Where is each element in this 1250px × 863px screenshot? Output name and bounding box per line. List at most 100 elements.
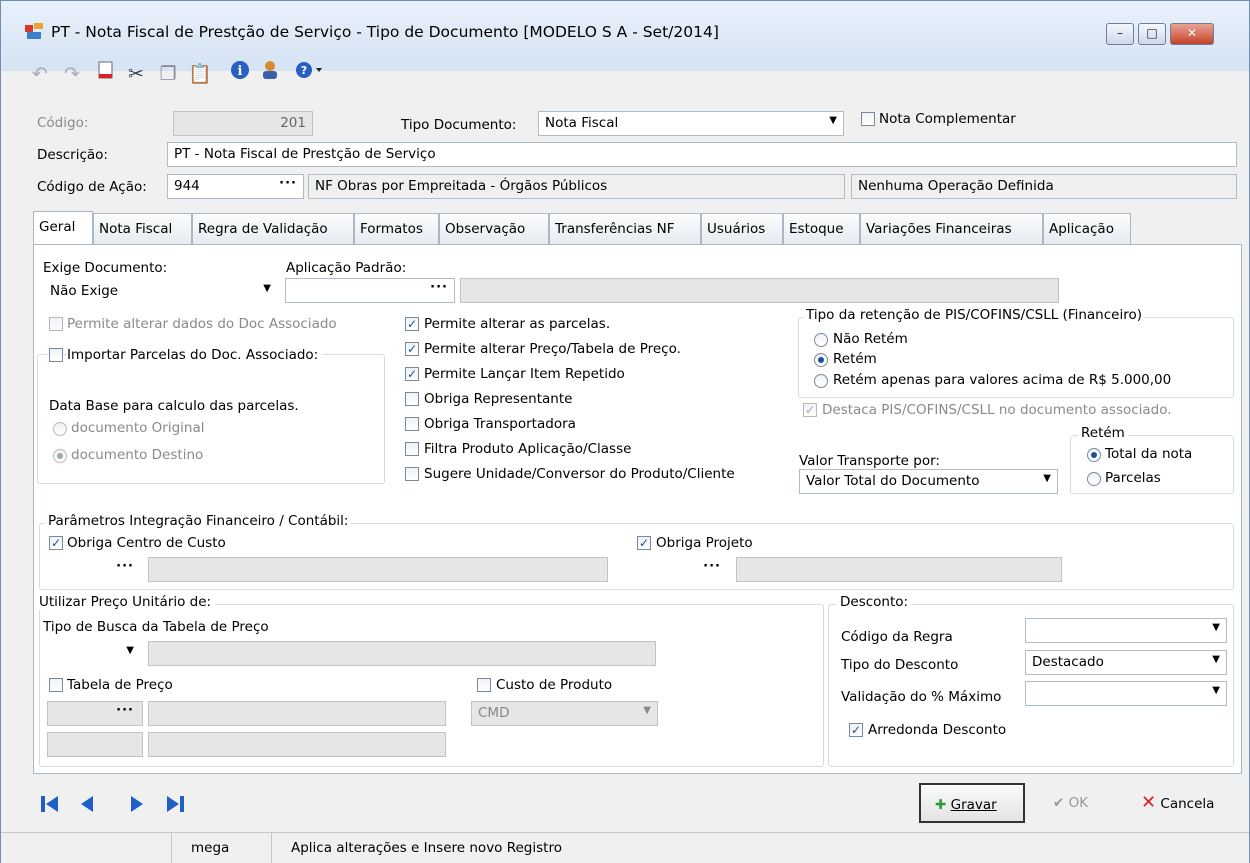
codigo-acao-label: Código de Ação:: [37, 179, 147, 195]
user-icon[interactable]: [255, 59, 281, 89]
svg-text:?: ?: [301, 64, 307, 77]
retem-acima-radio[interactable]: [814, 374, 828, 388]
filtra-produto-checkbox[interactable]: [405, 442, 419, 456]
tabela-preco-checkbox[interactable]: [49, 678, 63, 692]
tipo-doc-select[interactable]: Nota Fiscal ▼: [538, 111, 844, 136]
custo-produto-checkbox[interactable]: [477, 678, 491, 692]
prev-record-icon: [81, 796, 93, 812]
total-nota-radio[interactable]: [1087, 448, 1101, 462]
cancela-button[interactable]: ✕ Cancela: [1141, 783, 1214, 823]
data-base-label: Data Base para calculo das parcelas.: [49, 398, 299, 414]
tab-regra-validacao[interactable]: Regra de Validação: [192, 213, 354, 244]
gravar-button[interactable]: ✚ Gravar: [919, 783, 1025, 823]
ellipsis-button[interactable]: ···: [279, 176, 297, 191]
doc-original-radio: [53, 422, 67, 436]
chevron-down-icon: ▼: [829, 115, 837, 126]
status-user: mega: [191, 840, 230, 856]
total-nota-label: Total da nota: [1105, 446, 1193, 462]
codigo-acao-desc: NF Obras por Empreitada - Órgãos Público…: [308, 174, 845, 199]
tipo-desc-select[interactable]: Destacado ▼: [1025, 650, 1227, 675]
valor-transp-select[interactable]: Valor Total do Documento ▼: [799, 469, 1058, 494]
tab-usuarios[interactable]: Usuários: [701, 213, 783, 244]
parcelas-radio[interactable]: [1087, 472, 1101, 486]
minimize-button[interactable]: –: [1106, 23, 1134, 45]
first-record-icon: [41, 796, 58, 812]
projeto-desc: [736, 557, 1062, 582]
nota-complementar-checkbox[interactable]: [861, 112, 875, 126]
destaca-label: Destaca PIS/COFINS/CSLL no documento ass…: [822, 402, 1172, 418]
descricao-label: Descrição:: [37, 147, 108, 163]
help-icon[interactable]: ?: [295, 59, 322, 89]
nota-complementar-label: Nota Complementar: [879, 111, 1016, 127]
cut-icon[interactable]: ✂: [123, 59, 149, 89]
cmd-select: CMD ▼: [471, 701, 658, 726]
ok-button[interactable]: ✔ OK: [1053, 783, 1088, 823]
check-icon: ✔: [1053, 795, 1065, 811]
importar-parcelas-checkbox[interactable]: [49, 348, 63, 362]
status-bar: mega Aplica alterações e Insere novo Reg…: [1, 832, 1249, 863]
tab-estoque[interactable]: Estoque: [783, 213, 860, 244]
tab-variacoes[interactable]: Variações Financeiras: [860, 213, 1043, 244]
tipo-busca-select[interactable]: ▼: [47, 641, 143, 666]
exige-doc-select[interactable]: Não Exige ▼: [43, 279, 278, 304]
tab-observacao[interactable]: Observação: [439, 213, 549, 244]
doc-original-label: documento Original: [71, 420, 205, 436]
arredonda-checkbox[interactable]: ✓: [849, 723, 863, 737]
permite-preco-checkbox[interactable]: ✓: [405, 342, 419, 356]
sugere-unidade-checkbox[interactable]: [405, 467, 419, 481]
window: PT - Nota Fiscal de Prestção de Serviço …: [0, 0, 1250, 863]
close-button[interactable]: ✕: [1170, 23, 1214, 45]
status-message: Aplica alterações e Insere novo Registro: [291, 840, 562, 856]
ellipsis-button[interactable]: ···: [430, 280, 448, 295]
maximize-button[interactable]: □: [1138, 23, 1166, 45]
arredonda-label: Arredonda Desconto: [868, 722, 1007, 738]
check-label-1: Permite alterar Preço/Tabela de Preço.: [424, 341, 681, 357]
tipo-desc-label: Tipo do Desconto: [841, 657, 959, 673]
tab-nota-fiscal[interactable]: Nota Fiscal: [93, 213, 192, 244]
retem-acima-label: Retém apenas para valores acima de R$ 5.…: [833, 372, 1172, 388]
ellipsis-button[interactable]: ···: [116, 559, 134, 574]
parametros-title: Parâmetros Integração Financeiro / Contá…: [45, 513, 352, 529]
aplicacao-label: Aplicação Padrão:: [286, 260, 407, 276]
obriga-transportadora-checkbox[interactable]: [405, 417, 419, 431]
new-doc-icon[interactable]: [93, 59, 119, 89]
nao-retem-radio[interactable]: [814, 333, 828, 347]
permite-item-repetido-checkbox[interactable]: ✓: [405, 367, 419, 381]
descricao-field[interactable]: PT - Nota Fiscal de Prestção de Serviço: [167, 142, 1237, 167]
centro-custo-field[interactable]: ···: [47, 557, 143, 582]
codigo-label: Código:: [37, 115, 89, 131]
last-record-icon: [167, 796, 184, 812]
tab-aplicacao[interactable]: Aplicação: [1043, 213, 1131, 244]
paste-icon[interactable]: 📋: [187, 59, 213, 89]
check-label-0: Permite alterar as parcelas.: [424, 316, 611, 332]
undo-icon[interactable]: ↶: [27, 59, 53, 89]
aplicacao-field[interactable]: ···: [285, 278, 455, 303]
obriga-representante-checkbox[interactable]: [405, 392, 419, 406]
retem-radio[interactable]: [814, 353, 828, 367]
validacao-select[interactable]: ▼: [1025, 681, 1227, 706]
obriga-projeto-checkbox[interactable]: ✓: [637, 536, 651, 550]
info-icon[interactable]: i: [227, 59, 253, 89]
centro-custo-desc: [148, 557, 608, 582]
ellipsis-button[interactable]: ···: [703, 559, 721, 574]
codigo-acao-field[interactable]: 944 ···: [167, 174, 304, 199]
copy-icon[interactable]: ❐: [155, 59, 181, 89]
validacao-label: Validação do % Máximo: [841, 689, 1002, 705]
tab-transferencias[interactable]: Transferências NF: [549, 213, 701, 244]
projeto-field[interactable]: ···: [633, 557, 730, 582]
retem-label: Retém: [833, 351, 877, 367]
chevron-down-icon: ▼: [1043, 473, 1051, 484]
preco-title: Utilizar Preço Unitário de:: [39, 594, 216, 610]
doc-destino-label: documento Destino: [71, 447, 204, 463]
cod-regra-select[interactable]: ▼: [1025, 618, 1227, 643]
permite-parcelas-checkbox[interactable]: ✓: [405, 317, 419, 331]
tab-geral[interactable]: Geral: [33, 211, 93, 245]
ellipsis-button: ···: [116, 703, 134, 718]
tab-formatos[interactable]: Formatos: [354, 213, 439, 244]
importar-parcelas-label: Importar Parcelas do Doc. Associado:: [67, 347, 323, 363]
permite-alterar-doc-label: Permite alterar dados do Doc Associado: [67, 316, 337, 332]
tabela-preco-desc: [148, 701, 446, 726]
redo-icon[interactable]: ↷: [59, 59, 85, 89]
retem-title: Retém: [1078, 425, 1128, 441]
obriga-cc-checkbox[interactable]: ✓: [49, 536, 63, 550]
